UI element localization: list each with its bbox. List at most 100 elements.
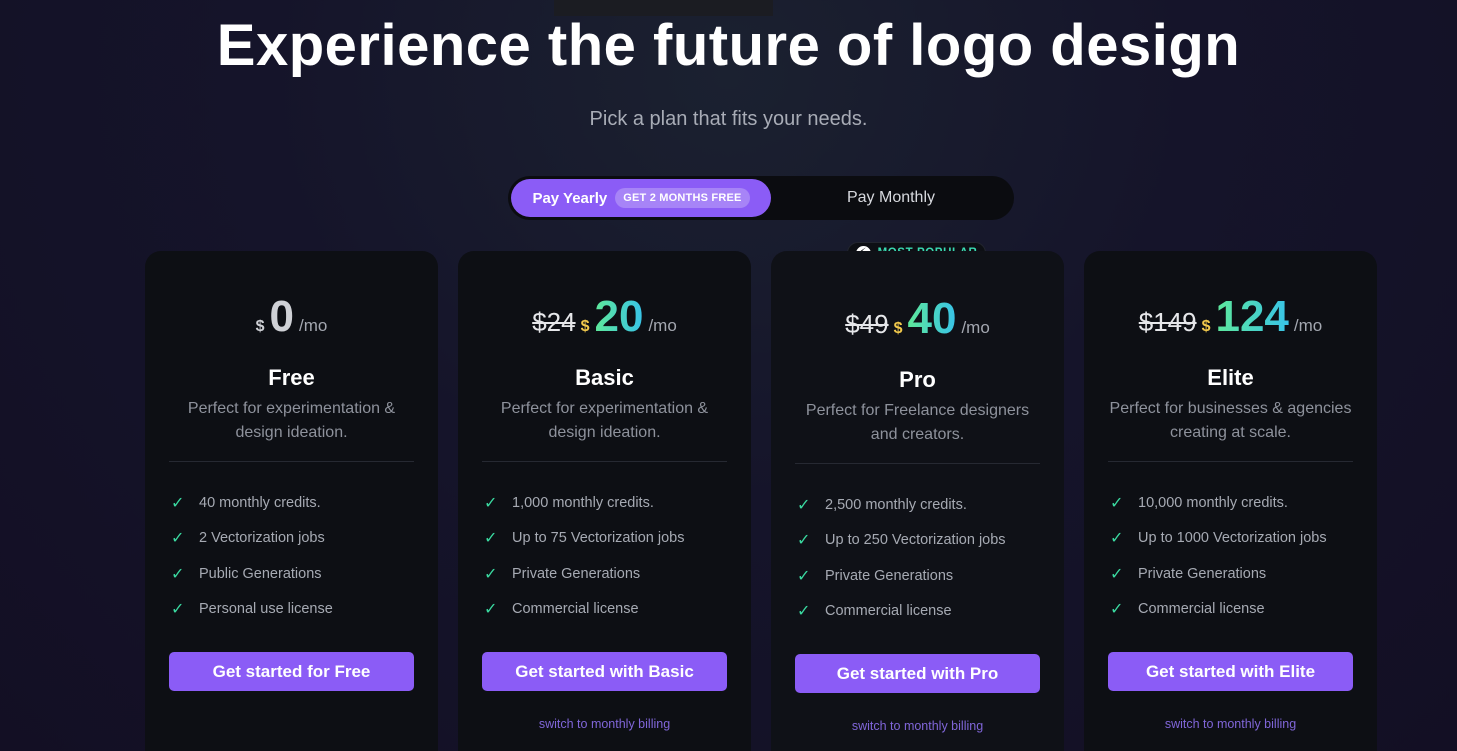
check-icon: ✓ bbox=[1110, 530, 1124, 548]
switch-to-monthly-link[interactable]: switch to monthly billing bbox=[458, 717, 751, 731]
plan-description: Perfect for experimentation & design ide… bbox=[187, 400, 396, 441]
price-row: $24 $ 20 /mo bbox=[458, 295, 751, 339]
check-icon: ✓ bbox=[1110, 565, 1124, 583]
feature-text: Private Generations bbox=[1138, 565, 1267, 582]
check-icon: ✓ bbox=[484, 601, 498, 619]
plan-name: Elite bbox=[1207, 365, 1254, 390]
check-icon: ✓ bbox=[484, 530, 498, 548]
switch-to-monthly-link[interactable]: switch to monthly billing bbox=[771, 719, 1064, 733]
currency-symbol: $ bbox=[1201, 318, 1211, 335]
price-amount: 40 bbox=[907, 294, 957, 343]
check-icon: ✓ bbox=[797, 603, 811, 621]
feature-list: ✓ 40 monthly credits. ✓ 2 Vectorization jo… bbox=[171, 485, 418, 627]
feature-text: Public Generations bbox=[199, 565, 322, 582]
price-row: $ 0 /mo bbox=[145, 295, 438, 339]
plan-card-basic: $24 $ 20 /mo Basic Perfect for experimen… bbox=[458, 251, 751, 751]
feature-item: ✓ 2 Vectorization jobs bbox=[171, 521, 418, 557]
divider bbox=[795, 463, 1040, 464]
feature-item: ✓ Personal use license bbox=[171, 592, 418, 628]
free-months-badge: GET 2 MONTHS FREE bbox=[615, 188, 750, 208]
price-amount: 124 bbox=[1215, 292, 1289, 341]
page-title: Experience the future of logo design bbox=[216, 13, 1241, 78]
check-icon: ✓ bbox=[1110, 601, 1124, 619]
price-period: /mo bbox=[1293, 316, 1323, 335]
feature-item: ✓ Public Generations bbox=[171, 556, 418, 592]
page-subtitle: Pick a plan that fits your needs. bbox=[589, 108, 868, 130]
feature-item: ✓ 10,000 monthly credits. bbox=[1110, 485, 1357, 521]
feature-item: ✓ Private Generations bbox=[484, 556, 731, 592]
plan-name: Free bbox=[268, 365, 315, 390]
price-row: $149 $ 124 /mo bbox=[1084, 295, 1377, 339]
pay-monthly-label: Pay Monthly bbox=[846, 189, 936, 206]
feature-item: ✓ Up to 250 Vectorization jobs bbox=[797, 523, 1044, 559]
get-started-free-button[interactable]: Get started for Free bbox=[169, 652, 414, 691]
price-row: $49 $ 40 /mo bbox=[771, 297, 1064, 341]
price-amount: 20 bbox=[594, 292, 644, 341]
feature-item: ✓ Commercial license bbox=[1110, 592, 1357, 628]
price-period: /mo bbox=[299, 316, 328, 335]
feature-text: Up to 250 Vectorization jobs bbox=[825, 532, 1006, 549]
plan-card-free: $ 0 /mo Free Perfect for experimentation… bbox=[145, 251, 438, 751]
old-price: $49 bbox=[845, 309, 889, 339]
currency-symbol: $ bbox=[580, 318, 590, 335]
feature-item: ✓ Private Generations bbox=[797, 558, 1044, 594]
currency-symbol: $ bbox=[255, 318, 265, 335]
feature-item: ✓ Up to 75 Vectorization jobs bbox=[484, 521, 731, 557]
billing-toggle: Pay Yearly GET 2 MONTHS FREE Pay Monthly bbox=[508, 176, 1014, 220]
feature-item: ✓ Commercial license bbox=[797, 594, 1044, 630]
feature-text: 40 monthly credits. bbox=[199, 494, 321, 511]
check-icon: ✓ bbox=[171, 565, 185, 583]
feature-item: ✓ 40 monthly credits. bbox=[171, 485, 418, 521]
price-period: /mo bbox=[648, 316, 677, 335]
divider bbox=[169, 461, 414, 462]
pay-yearly-label: Pay Yearly bbox=[532, 189, 608, 207]
feature-item: ✓ Commercial license bbox=[484, 592, 731, 628]
get-started-elite-button[interactable]: Get started with Elite bbox=[1108, 652, 1353, 691]
feature-item: ✓ Up to 1000 Vectorization jobs bbox=[1110, 521, 1357, 557]
check-icon: ✓ bbox=[484, 494, 498, 512]
pay-yearly-option[interactable]: Pay Yearly GET 2 MONTHS FREE bbox=[511, 179, 771, 217]
currency-symbol: $ bbox=[893, 320, 903, 337]
divider bbox=[1108, 461, 1353, 462]
divider bbox=[482, 461, 727, 462]
feature-text: Commercial license bbox=[1138, 601, 1265, 618]
check-icon: ✓ bbox=[1110, 494, 1124, 512]
feature-list: ✓ 2,500 monthly credits. ✓ Up to 250 Vecto… bbox=[797, 487, 1044, 629]
plan-description: Perfect for Freelance designers and crea… bbox=[805, 402, 1030, 443]
pay-monthly-option[interactable]: Pay Monthly bbox=[771, 179, 1011, 217]
old-price: $24 bbox=[532, 307, 576, 337]
check-icon: ✓ bbox=[797, 496, 811, 514]
plan-name: Pro bbox=[899, 367, 936, 392]
check-icon: ✓ bbox=[797, 567, 811, 585]
plan-description: Perfect for businesses & agencies creati… bbox=[1109, 400, 1352, 441]
feature-list: ✓ 1,000 monthly credits. ✓ Up to 75 Vector… bbox=[484, 485, 731, 627]
check-icon: ✓ bbox=[171, 530, 185, 548]
price-amount: 0 bbox=[269, 292, 295, 341]
check-icon: ✓ bbox=[484, 565, 498, 583]
feature-text: Up to 75 Vectorization jobs bbox=[512, 530, 685, 547]
feature-text: 2 Vectorization jobs bbox=[199, 530, 325, 547]
old-price: $149 bbox=[1138, 307, 1197, 337]
plan-name: Basic bbox=[575, 365, 634, 390]
feature-text: 10,000 monthly credits. bbox=[1138, 494, 1288, 511]
check-icon: ✓ bbox=[171, 494, 185, 512]
feature-text: 2,500 monthly credits. bbox=[825, 496, 967, 513]
price-period: /mo bbox=[961, 318, 990, 337]
plan-card-elite: $149 $ 124 /mo Elite Perfect for busines… bbox=[1084, 251, 1377, 751]
feature-text: Private Generations bbox=[825, 567, 954, 584]
feature-item: ✓ 1,000 monthly credits. bbox=[484, 485, 731, 521]
plan-card-pro: $49 $ 40 /mo Pro Perfect for Freelance d… bbox=[771, 251, 1064, 751]
check-icon: ✓ bbox=[171, 601, 185, 619]
feature-text: 1,000 monthly credits. bbox=[512, 494, 654, 511]
switch-to-monthly-link[interactable]: switch to monthly billing bbox=[1084, 717, 1377, 731]
feature-text: Private Generations bbox=[512, 565, 641, 582]
feature-text: Commercial license bbox=[512, 601, 639, 618]
feature-item: ✓ 2,500 monthly credits. bbox=[797, 487, 1044, 523]
feature-text: Commercial license bbox=[825, 603, 952, 620]
plan-description: Perfect for experimentation & design ide… bbox=[500, 400, 709, 441]
feature-item: ✓ Private Generations bbox=[1110, 556, 1357, 592]
check-icon: ✓ bbox=[797, 532, 811, 550]
get-started-basic-button[interactable]: Get started with Basic bbox=[482, 652, 727, 691]
get-started-pro-button[interactable]: Get started with Pro bbox=[795, 654, 1040, 693]
feature-text: Up to 1000 Vectorization jobs bbox=[1138, 530, 1327, 547]
